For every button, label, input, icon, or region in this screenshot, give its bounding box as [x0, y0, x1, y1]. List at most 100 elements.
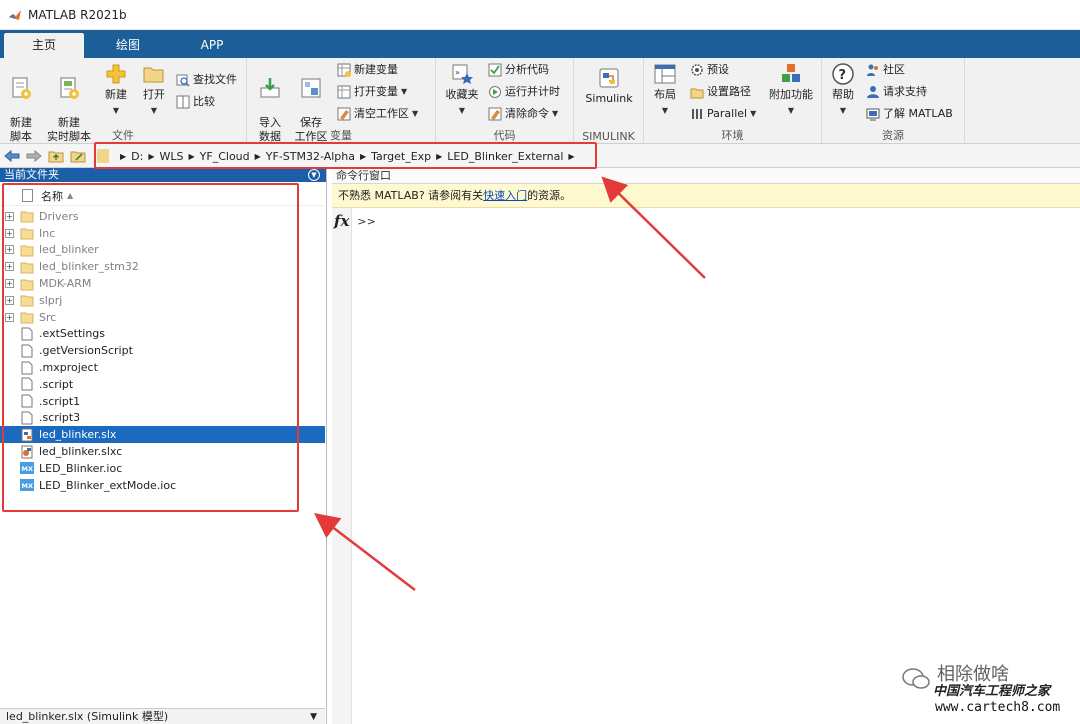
clear-workspace-button[interactable]: 清空工作区 ▼: [337, 104, 418, 124]
learn-matlab-button[interactable]: 了解 MATLAB: [866, 104, 953, 124]
forward-arrow-icon: [26, 149, 42, 162]
svg-text:MX: MX: [22, 465, 33, 473]
group-simulink-label: SIMULINK: [582, 130, 635, 143]
breadcrumb-arrow-icon: ▶: [120, 151, 127, 161]
new-variable-button[interactable]: 新建变量: [337, 60, 398, 80]
breadcrumb-target-exp[interactable]: Target_Exp: [371, 150, 431, 163]
command-prompt[interactable]: fx >>: [334, 212, 376, 230]
watermark-brand: 中国汽车工程师之家: [933, 684, 1051, 699]
folder-row[interactable]: + MDK-ARM: [0, 275, 325, 292]
file-row[interactable]: .script3: [0, 410, 325, 427]
group-resources-label: 资源: [882, 129, 904, 142]
folder-icon: [20, 228, 34, 240]
folder-row[interactable]: + slprj: [0, 292, 325, 309]
title-bar: MATLAB R2021b: [0, 0, 1080, 30]
file-icon: [21, 344, 33, 358]
expand-icon[interactable]: +: [5, 279, 14, 289]
layout-button[interactable]: 布局 ▼: [650, 62, 680, 118]
folder-row[interactable]: + Inc: [0, 225, 325, 242]
expand-icon[interactable]: +: [5, 262, 14, 272]
file-icon: [21, 361, 33, 375]
getting-started-tip: 不熟悉 MATLAB? 请参阅有关快速入门的资源。: [332, 184, 1080, 208]
find-files-label: 查找文件: [193, 73, 237, 86]
command-window[interactable]: 命令行窗口 不熟悉 MATLAB? 请参阅有关快速入门的资源。 fx >>: [332, 168, 1080, 724]
file-name: led_blinker.slx: [39, 428, 117, 442]
column-header-name[interactable]: 名称 ▲: [0, 186, 325, 206]
clear-commands-button[interactable]: 清除命令 ▼: [488, 104, 558, 124]
analyze-code-button[interactable]: 分析代码: [488, 60, 549, 80]
simulink-model-icon: [21, 428, 33, 442]
chevron-down-icon: ▼: [839, 106, 847, 115]
breadcrumb-yf-cloud[interactable]: YF_Cloud: [200, 150, 250, 163]
file-row[interactable]: .script1: [0, 393, 325, 410]
find-files-button[interactable]: 查找文件: [176, 70, 237, 90]
file-row[interactable]: MX LED_Blinker.ioc: [0, 460, 325, 477]
folder-row[interactable]: + led_blinker: [0, 242, 325, 259]
folder-row[interactable]: + led_blinker_stm32: [0, 258, 325, 275]
file-details-bar[interactable]: led_blinker.slx (Simulink 模型) ▼: [0, 708, 325, 724]
community-button[interactable]: 社区: [866, 60, 905, 80]
open-button[interactable]: 打开 ▼: [138, 62, 170, 118]
file-row[interactable]: .mxproject: [0, 359, 325, 376]
expand-icon[interactable]: +: [5, 245, 14, 255]
run-and-time-button[interactable]: 运行并计时: [488, 82, 560, 102]
file-row[interactable]: led_blinker.slx: [0, 426, 325, 444]
request-support-button[interactable]: 请求支持: [866, 82, 927, 102]
new-button[interactable]: 新建 ▼: [100, 62, 132, 118]
forward-button[interactable]: [24, 146, 44, 166]
favorites-button[interactable]: » 收藏夹 ▼: [442, 62, 482, 118]
file-name: .script1: [39, 394, 81, 408]
new-script-icon: [12, 77, 31, 99]
expand-icon[interactable]: +: [5, 211, 14, 221]
expand-icon[interactable]: +: [5, 295, 14, 305]
breadcrumb-wls[interactable]: WLS: [160, 150, 184, 163]
file-row[interactable]: led_blinker.slxc: [0, 443, 325, 460]
open-folder-icon: [143, 67, 164, 83]
folder-row[interactable]: + Src: [0, 309, 325, 326]
file-row[interactable]: .extSettings: [0, 326, 325, 343]
tab-home[interactable]: 主页: [4, 33, 84, 58]
back-button[interactable]: [2, 146, 22, 166]
breadcrumb-led-blinker-external[interactable]: LED_Blinker_External: [447, 150, 563, 163]
folder-row[interactable]: + Drivers: [0, 208, 325, 225]
file-row[interactable]: .getVersionScript: [0, 342, 325, 359]
simulink-button[interactable]: Simulink: [580, 66, 638, 106]
breadcrumb-yf-stm32[interactable]: YF-STM32-Alpha: [266, 150, 355, 163]
up-folder-icon: [48, 151, 64, 162]
sort-asc-icon: ▲: [67, 191, 74, 200]
open-variable-button[interactable]: 打开变量 ▼: [337, 82, 407, 102]
mx-file-icon: MX: [20, 462, 34, 475]
watermark: 相除做啥 中国汽车工程师之家 www.cartech8.com: [897, 660, 1077, 720]
getting-started-link[interactable]: 快速入门: [483, 189, 527, 202]
preferences-button[interactable]: 预设: [690, 60, 729, 80]
help-button[interactable]: ? 帮助 ▼: [828, 62, 858, 118]
set-path-button[interactable]: 设置路径: [690, 82, 751, 102]
svg-text:MX: MX: [22, 482, 33, 490]
browse-folder-icon: [70, 151, 86, 162]
file-icon: [21, 377, 33, 391]
path-breadcrumb[interactable]: ▶ D: ▶ WLS ▶ YF_Cloud ▶ YF-STM32-Alpha ▶…: [93, 145, 597, 167]
tab-plots[interactable]: 绘图: [88, 33, 168, 58]
addons-cubes-icon: [782, 64, 800, 82]
file-row[interactable]: .script: [0, 376, 325, 393]
import-data-icon: [260, 78, 280, 98]
run-and-time-icon: [489, 86, 501, 98]
breadcrumb-drive[interactable]: D:: [131, 150, 143, 163]
chevron-down-icon: ▼: [112, 106, 120, 115]
compare-button[interactable]: 比较: [176, 92, 215, 112]
panel-menu-icon[interactable]: ▼: [308, 169, 320, 181]
matlab-logo-icon: [9, 9, 21, 20]
tab-apps[interactable]: APP: [172, 33, 252, 58]
browse-folder-button[interactable]: [68, 146, 88, 166]
addons-button[interactable]: 附加功能 ▼: [766, 62, 816, 118]
function-browser-icon[interactable]: fx: [334, 212, 349, 230]
up-folder-button[interactable]: [46, 146, 66, 166]
chevron-down-icon: ▼: [310, 712, 317, 722]
clear-commands-label: 清除命令: [505, 107, 549, 120]
expand-icon[interactable]: +: [5, 312, 14, 322]
parallel-button[interactable]: Parallel ▼: [690, 104, 756, 124]
new-variable-icon: [337, 63, 351, 77]
file-row[interactable]: MX LED_Blinker_extMode.ioc: [0, 477, 325, 494]
expand-icon[interactable]: +: [5, 228, 14, 238]
column-name-label: 名称: [41, 189, 63, 203]
